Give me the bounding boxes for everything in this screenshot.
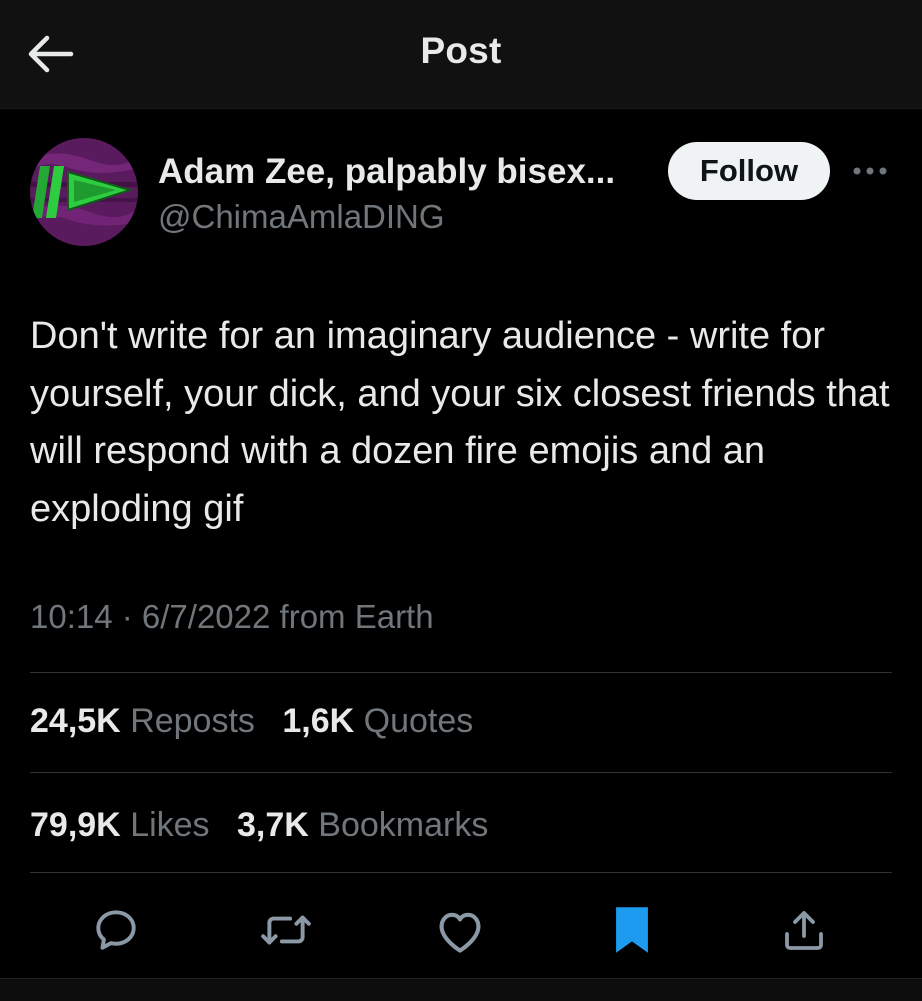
reply-icon	[96, 910, 136, 950]
likes-stat[interactable]: 79,9K Likes	[30, 806, 210, 845]
post-author: Adam Zee, palpably bisex... @ChimaAmlaDI…	[30, 138, 900, 248]
author-display-name[interactable]: Adam Zee, palpably bisex...	[158, 152, 615, 192]
bookmark-button[interactable]	[604, 902, 660, 958]
bottom-divider	[0, 978, 922, 1001]
action-bar	[0, 882, 922, 978]
reposts-count: 24,5K	[30, 702, 121, 740]
quotes-label: Quotes	[363, 702, 474, 740]
follow-button[interactable]: Follow	[668, 142, 830, 200]
repost-icon	[261, 915, 311, 945]
bookmarks-stat[interactable]: 3,7K Bookmarks	[237, 806, 488, 845]
post-text: Don't write for an imaginary audience - …	[30, 315, 890, 530]
reply-button[interactable]	[88, 902, 144, 958]
bookmarks-count: 3,7K	[237, 806, 309, 844]
stats-row-reposts-quotes: 24,5K Reposts 1,6K Quotes	[30, 702, 491, 741]
stats-row-likes-bookmarks: 79,9K Likes 3,7K Bookmarks	[30, 806, 506, 845]
likes-label: Likes	[130, 806, 210, 844]
avatar-image	[30, 138, 138, 246]
bookmark-icon	[616, 907, 648, 953]
divider	[30, 672, 892, 673]
bookmarks-label: Bookmarks	[318, 806, 489, 844]
share-button[interactable]	[776, 902, 832, 958]
author-handle[interactable]: @ChimaAmlaDING	[158, 198, 445, 236]
quotes-count: 1,6K	[282, 702, 355, 740]
more-options-button[interactable]	[848, 156, 892, 186]
share-icon	[785, 911, 823, 950]
post-timestamp[interactable]: 10:14 · 6/7/2022 from Earth	[30, 598, 434, 636]
likes-count: 79,9K	[30, 806, 121, 844]
like-icon	[439, 912, 481, 953]
top-bar: Post	[0, 0, 922, 109]
divider	[30, 772, 892, 773]
repost-button[interactable]	[258, 902, 314, 958]
page-title: Post	[420, 30, 502, 71]
like-button[interactable]	[432, 902, 488, 958]
avatar[interactable]	[30, 138, 138, 246]
quotes-stat[interactable]: 1,6K Quotes	[282, 702, 473, 741]
reposts-label: Reposts	[130, 702, 255, 740]
divider	[30, 872, 892, 873]
more-dots-icon	[853, 167, 887, 175]
reposts-stat[interactable]: 24,5K Reposts	[30, 702, 255, 741]
